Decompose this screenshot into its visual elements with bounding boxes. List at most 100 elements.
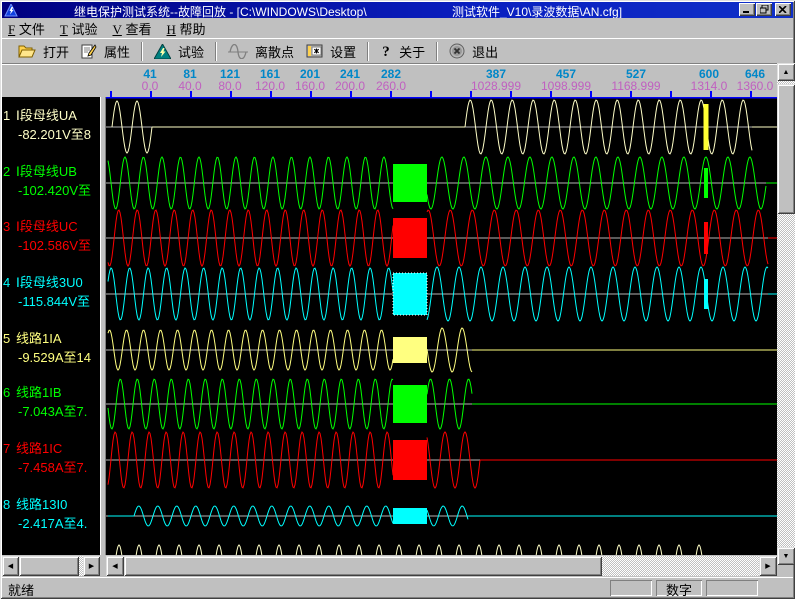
open-button[interactable]: 打开 [12, 40, 75, 63]
window-title-path: 测试软件_V10\录波数据\AN.cfg] [452, 3, 622, 18]
discrete-points-icon [228, 44, 248, 59]
channel-range: -115.844V至 [18, 292, 90, 311]
restore-button[interactable] [756, 3, 772, 16]
fault-burst-block [393, 164, 427, 202]
arrow-right-icon: ▶ [765, 562, 770, 570]
fault-burst-block [393, 273, 427, 315]
close-icon [779, 6, 787, 13]
arrow-down-icon: ▼ [783, 553, 790, 560]
channel-name: 线路13I0 [16, 495, 67, 514]
arrow-right-icon: ▶ [89, 562, 94, 570]
labels-horizontal-scrollbar: ◀ ▶ [2, 556, 100, 576]
labels-scroll-left-button[interactable]: ◀ [2, 556, 19, 576]
vertical-scrollbar-thumb[interactable] [777, 84, 795, 214]
channel-range: -82.201V至8 [18, 125, 91, 144]
channel-number: 4 [3, 273, 10, 292]
app-window: 继电保护测试系统--故障回放 - [C:\WINDOWS\Desktop\ 测试… [0, 0, 795, 599]
channel-label: 6线路1IB-7.043A至7. [2, 383, 100, 421]
minimize-icon [743, 6, 751, 13]
channel-number: 8 [3, 495, 10, 514]
test-bolt-icon [154, 44, 171, 59]
menu-file[interactable]: F 文件 [2, 17, 54, 40]
toolbar-separator [141, 42, 143, 61]
channel-range: -9.529A至14 [18, 348, 91, 367]
channel-range: -102.420V至 [18, 181, 91, 200]
status-panel-blank1 [610, 580, 652, 596]
svg-text:?: ? [382, 44, 390, 59]
toolbar-separator [436, 42, 438, 61]
status-num-indicator: 数字 [656, 580, 702, 596]
ruler-time-label: 1360.0 [737, 79, 774, 93]
labels-scroll-right-button[interactable]: ▶ [83, 556, 100, 576]
channel-label: 2 Ⅰ段母线UB-102.420V至 [2, 162, 100, 200]
channel-label: 3 Ⅰ段母线UC-102.586V至 [2, 217, 100, 255]
channel-label: 8线路13I0-2.417A至4. [2, 495, 100, 533]
cursor-marker [704, 222, 708, 254]
channel-number: 5 [3, 329, 10, 348]
fault-burst-block [393, 508, 427, 524]
labels-scrollbar-thumb[interactable] [19, 556, 79, 576]
arrow-left-icon: ◀ [112, 562, 117, 570]
channel-label: 1 Ⅰ段母线UA-82.201V至8 [2, 106, 100, 144]
channel-label: 7线路1IC-7.458A至7. [2, 439, 100, 477]
channel-name: Ⅰ段母线UC [16, 217, 78, 236]
channel-name: Ⅰ段母线UB [16, 162, 77, 181]
channel-range: -7.458A至7. [18, 458, 87, 477]
channel-range: -102.586V至 [18, 236, 91, 255]
ruler: 410.08140.012180.0161120.0201160.0241200… [2, 63, 777, 97]
settings-button[interactable]: 设置 [300, 40, 362, 63]
status-ready-text: 就绪 [8, 580, 34, 599]
fault-burst-block [393, 337, 427, 363]
test-button[interactable]: 试验 [148, 40, 210, 63]
menubar: F 文件 T 试验 V 查看 H 帮助 [2, 18, 793, 38]
channel-number: 2 [3, 162, 10, 181]
waveform-trace [114, 545, 702, 555]
restore-icon [760, 5, 769, 14]
channel-name: 线路1IA [16, 329, 62, 348]
fault-burst-block [393, 440, 427, 480]
menu-help[interactable]: H 帮助 [161, 17, 215, 40]
minimize-button[interactable] [739, 3, 755, 16]
vertical-scrollbar: ▲ ▼ [777, 63, 795, 565]
ruler-time-label: 1098.999 [541, 79, 591, 93]
channel-name: 线路1IC [16, 439, 62, 458]
toolbar: 打开 属性 试验 离散点 [2, 38, 793, 63]
open-folder-icon [18, 44, 36, 58]
properties-icon [81, 44, 97, 59]
scroll-down-button[interactable]: ▼ [777, 547, 795, 565]
exit-button[interactable]: 退出 [443, 40, 504, 63]
channel-labels-pane: 1 Ⅰ段母线UA-82.201V至8 2 Ⅰ段母线UB-102.420V至 3 Ⅰ段母线U… [2, 97, 100, 555]
channel-number: 3 [3, 217, 10, 236]
cursor-marker [704, 104, 709, 150]
fault-burst-block [393, 218, 427, 258]
channel-range: -7.043A至7. [18, 402, 87, 421]
channel-name: Ⅰ段母线UA [16, 106, 77, 125]
scroll-up-button[interactable]: ▲ [777, 63, 795, 81]
app-logo-icon [4, 4, 18, 17]
discrete-points-button[interactable]: 离散点 [222, 40, 300, 63]
menu-test[interactable]: T 试验 [54, 17, 107, 40]
channel-number: 1 [3, 106, 10, 125]
arrow-up-icon: ▲ [783, 69, 790, 76]
channel-label: 5 线路1IA-9.529A至14 [2, 329, 100, 367]
axis-line [106, 97, 777, 99]
close-button[interactable] [775, 3, 791, 16]
waveform-pane[interactable] [106, 97, 777, 555]
ruler-time-label: 1168.999 [611, 79, 660, 93]
toolbar-separator [367, 42, 369, 61]
channel-name: 线路1IB [16, 383, 62, 402]
channel-name: Ⅰ段母线3U0 [16, 273, 83, 292]
properties-button[interactable]: 属性 [75, 40, 136, 63]
scroll-right-button[interactable]: ▶ [759, 556, 777, 576]
settings-icon [306, 44, 323, 58]
waveform-horizontal-scrollbar: ◀ ▶ [106, 556, 777, 576]
menu-view[interactable]: V 查看 [106, 17, 160, 40]
fault-burst-block [393, 385, 427, 423]
waveform-plot [106, 97, 777, 555]
scroll-left-button[interactable]: ◀ [106, 556, 124, 576]
horizontal-scrollbar-thumb[interactable] [124, 556, 602, 576]
cursor-marker [704, 168, 708, 198]
cursor-marker [704, 279, 708, 309]
toolbar-separator [215, 42, 217, 61]
about-button[interactable]: ? 关于 [374, 40, 431, 63]
